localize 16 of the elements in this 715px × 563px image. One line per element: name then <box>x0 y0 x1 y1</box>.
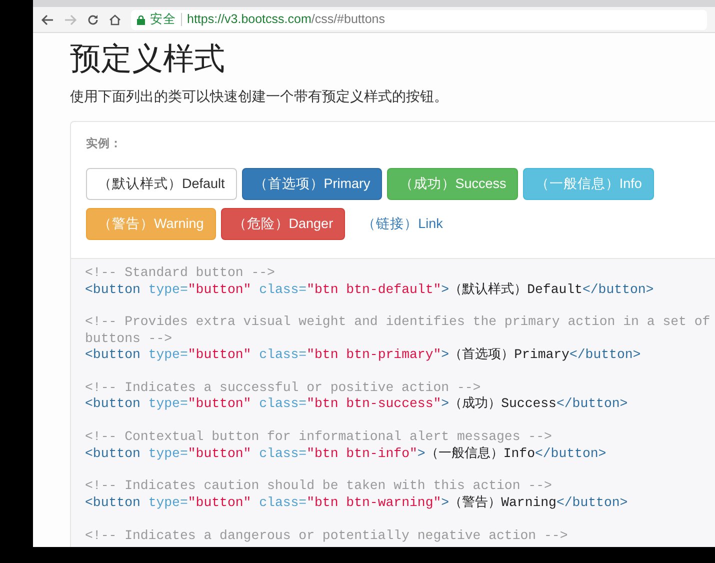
link[interactable]: （链接）Link <box>350 208 455 240</box>
example-button[interactable]: （成功）Success <box>387 168 518 200</box>
address-field[interactable]: 安全 https://v3.bootcss.com/css/#buttons <box>131 10 707 30</box>
example-button[interactable]: （默认样式）Default <box>86 168 237 200</box>
example-label: 实例： <box>86 136 123 152</box>
home-icon[interactable] <box>109 14 121 26</box>
code-block: <!-- Standard button --> <button type="button" class="btn btn-default">（默认样式）Default</button> <!-- Provides extra visual weight and identifies the primary action in a set of buttons --> <button type="button" class="btn btn-primary">（首选项）Primary</button> <!-- Indicates a successful or positive action --> <button type="button" class="btn btn-success">（成功）Success</button> <!-- Contextual button for informational alert messages --> <button type="button" class="btn btn-info">（一般信息）Info</button> <!-- Indicates caution should be taken with this action --> <button type="button" class="btn btn-warning">（警告）Warning</button> <!-- Indicates a dangerous or potentially negative action --> <box>71 258 715 547</box>
example-button[interactable]: （首选项）Primary <box>242 168 382 200</box>
page-heading: 预定义样式 <box>70 40 226 78</box>
back-icon[interactable] <box>41 14 54 26</box>
url-text: https://v3.bootcss.com/css/#buttons <box>187 11 386 28</box>
secure-label: 安全 <box>150 11 176 28</box>
lock-icon <box>137 14 145 24</box>
intro-text: 使用下面列出的类可以快速创建一个带有预定义样式的按钮。 <box>70 87 449 106</box>
reload-icon[interactable] <box>87 14 99 26</box>
example-button[interactable]: （危险）Danger <box>220 208 346 240</box>
